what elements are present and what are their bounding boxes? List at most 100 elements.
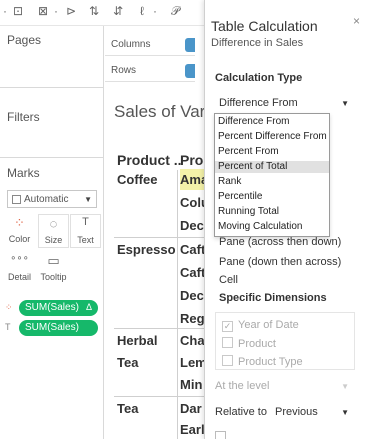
mark-type-value: Automatic <box>24 194 69 205</box>
checkbox-box[interactable] <box>215 431 226 439</box>
calculation-type-dropdown: Difference From Percent Difference From … <box>214 113 330 237</box>
tooltip-button[interactable]: ▭ Tooltip <box>38 252 69 286</box>
dropdown-option[interactable]: Difference From <box>215 116 329 128</box>
mark-type-select[interactable]: Automatic ▼ <box>7 190 97 208</box>
size-label: Size <box>44 235 63 245</box>
compute-option[interactable]: Specific Dimensions <box>215 290 355 307</box>
table-icon[interactable]: ⊡ <box>13 4 23 18</box>
compute-option[interactable]: Pane (down then across) <box>215 254 355 271</box>
sort-ascending-icon[interactable]: ⇅ <box>89 4 99 18</box>
product-cell[interactable]: Dar <box>180 401 202 416</box>
category-cell[interactable]: Coffee <box>117 172 157 187</box>
filters-title: Filters <box>7 110 40 124</box>
dialog-subtitle: Difference in Sales <box>211 37 304 49</box>
dialog-title: Table Calculation <box>211 18 318 34</box>
product-cell[interactable]: Cha <box>180 333 205 348</box>
dropdown-option[interactable]: Running Total <box>215 206 329 218</box>
product-cell[interactable]: Dec <box>180 288 204 303</box>
checkbox-label: Product <box>238 338 276 350</box>
text-label: Text <box>77 235 94 245</box>
pages-card[interactable]: Pages <box>0 26 104 88</box>
tooltip-icon: ▭ <box>47 253 60 268</box>
category-cell[interactable]: Espresso <box>117 242 176 257</box>
dropdown-option[interactable]: Moving Calculation <box>215 221 329 233</box>
product-cell[interactable]: Caft <box>180 265 205 280</box>
category-cell[interactable]: Herbal <box>117 333 157 348</box>
specific-dimensions-box: ✓ Year of Date Product Product Type <box>215 312 355 370</box>
columns-label: Columns <box>111 39 151 50</box>
product-cell[interactable]: Dec <box>180 218 204 233</box>
chevron-down-icon: ▼ <box>341 408 349 417</box>
detail-label: Detail <box>7 272 31 282</box>
calculation-type-label: Calculation Type <box>215 72 303 84</box>
marks-title: Marks <box>7 166 40 180</box>
close-icon[interactable]: × <box>353 14 360 28</box>
row-divider <box>114 396 204 397</box>
pages-title: Pages <box>7 33 42 47</box>
dropdown-option[interactable]: Percent Difference From <box>215 131 329 143</box>
calculation-type-value: Difference From <box>219 97 298 109</box>
relative-to-label: Relative to <box>215 406 267 418</box>
size-icon: ◌ <box>49 216 58 231</box>
compute-option[interactable]: Cell <box>215 272 355 289</box>
product-cell[interactable]: Reg <box>180 311 205 326</box>
category-cell[interactable]: Tea <box>117 401 138 416</box>
row-divider <box>114 237 204 238</box>
rows-pill[interactable] <box>185 64 195 78</box>
dropdown-option[interactable]: Rank <box>215 176 329 188</box>
color-label: Color <box>8 234 31 244</box>
size-button[interactable]: ◌ Size <box>38 214 69 248</box>
year-of-date-checkbox[interactable]: ✓ Year of Date <box>222 319 299 332</box>
toolbar-dot-3: · <box>153 4 157 18</box>
delta-icon: Δ <box>85 302 92 312</box>
chevron-down-icon: ▼ <box>341 382 349 391</box>
column-divider <box>177 170 178 439</box>
left-panel: Pages Filters Marks Automatic ▼ ⁘ Color … <box>0 26 104 439</box>
category-cell-line-2[interactable]: Tea <box>117 355 138 370</box>
text-icon: T <box>82 216 89 228</box>
product-cell[interactable]: Earl <box>180 422 205 437</box>
text-pill-icon: T <box>5 322 11 332</box>
filters-card[interactable]: Filters <box>0 88 104 158</box>
columns-shelf[interactable]: Columns <box>105 34 195 56</box>
columns-pill[interactable] <box>185 38 195 52</box>
toolbar-dot-2: · <box>54 4 58 18</box>
rows-label: Rows <box>111 65 137 76</box>
detail-icon: ∘∘∘ <box>10 253 29 264</box>
rows-shelf[interactable]: Rows <box>105 60 195 82</box>
detail-button[interactable]: ∘∘∘ Detail <box>4 252 35 286</box>
toolbar-dot: · <box>3 4 7 18</box>
checkbox-box <box>222 355 233 366</box>
dropdown-option[interactable]: Percentile <box>215 191 329 203</box>
pill-label: SUM(Sales) <box>25 322 79 333</box>
product-type-checkbox[interactable]: Product Type <box>222 355 303 368</box>
calculation-type-select[interactable]: Difference From ▼ <box>215 97 355 114</box>
product-cell[interactable]: Caft <box>180 242 205 257</box>
checkbox-box <box>222 337 233 348</box>
color-button[interactable]: ⁘ Color <box>4 214 35 248</box>
product-cell[interactable]: Lem <box>180 355 207 370</box>
dropdown-option-selected[interactable]: Percent of Total <box>215 161 329 173</box>
pin-icon[interactable]: 𝒫 <box>171 4 180 19</box>
color-pill-icon: ⁘ <box>5 302 13 312</box>
text-button[interactable]: T Text <box>70 214 101 248</box>
checkbox-label: Product Type <box>238 356 303 368</box>
relative-to-value[interactable]: Previous <box>275 406 318 418</box>
swap-icon[interactable]: ⊳ <box>66 4 76 18</box>
pill-label: SUM(Sales) <box>25 302 79 313</box>
product-type-header[interactable]: Product .. <box>117 152 182 168</box>
check-icon: ✓ <box>222 321 233 332</box>
color-icon: ⁘ <box>14 215 25 230</box>
sheet-title: Sales of Vario <box>114 102 219 121</box>
sort-descending-icon[interactable]: ⇵ <box>113 4 123 18</box>
group-icon[interactable]: ⊠ <box>38 4 48 18</box>
row-divider <box>114 328 204 329</box>
product-cell[interactable]: Min <box>180 377 202 392</box>
sum-sales-color-pill[interactable]: SUM(Sales) Δ <box>19 300 98 316</box>
product-checkbox[interactable]: Product <box>222 337 276 350</box>
sum-sales-text-pill[interactable]: SUM(Sales) <box>19 320 98 336</box>
dropdown-option[interactable]: Percent From <box>215 146 329 158</box>
checkbox-label: Year of Date <box>238 319 299 331</box>
at-the-level-label: At the level <box>215 380 270 392</box>
highlight-icon[interactable]: ℓ <box>140 4 144 18</box>
